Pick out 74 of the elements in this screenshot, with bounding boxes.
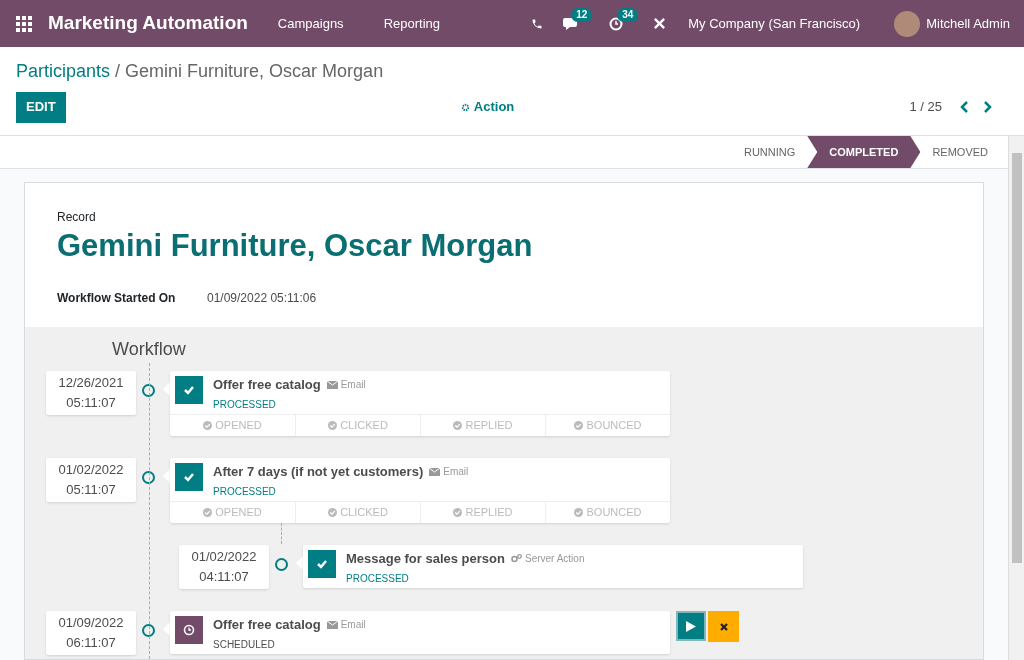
field-label: Record [57,209,97,225]
breadcrumb-link[interactable]: Participants [16,57,111,85]
count-badge: 34 [617,7,639,22]
stat-label: CLICKED [340,418,388,434]
gears-icon [510,554,522,563]
pager-value: 1 / 25 [909,98,942,117]
check-circle-icon [453,508,463,517]
check-circle-icon [203,421,213,430]
close-icon [719,622,728,631]
activity-type: Email [443,465,469,479]
stat-label: CLICKED [340,505,388,521]
apps-menu-icon[interactable] [16,15,32,32]
run-button[interactable] [676,611,706,641]
menu-item[interactable]: Campaigns [277,13,344,34]
check-circle-icon [328,421,338,430]
scrollbar[interactable] [1008,136,1024,660]
action-menu-button[interactable]: Action [460,97,515,117]
envelope-icon [326,620,338,629]
stat-label: REPLIED [465,418,513,434]
previous-icon[interactable] [960,101,969,113]
field-label: Workflow Started On [57,290,177,307]
scrollbar-thumb[interactable] [1011,153,1022,563]
time-text: 04:11:07 [198,568,250,586]
activity-state: SCHEDULED [213,638,276,651]
activity-type: Email [340,618,366,632]
record-name: Gemini Furniture, Oscar Morgan [57,227,534,265]
time-text: 05:11:07 [65,481,117,499]
phone-icon[interactable] [531,17,544,30]
activity-state: PROCESSED [213,398,277,411]
status-step[interactable]: COMPLETED [807,136,921,168]
activity-state: PROCESSED [346,572,410,585]
edit-button[interactable]: EDIT [16,91,66,123]
date-text: 12/26/2021 [57,374,125,392]
time-text: 05:11:07 [65,394,117,412]
envelope-icon [326,380,338,389]
menu-item[interactable]: Reporting [383,13,440,34]
check-circle-icon [574,421,584,430]
activity-state: PROCESSED [213,485,277,498]
activity-name: Offer free catalog [213,616,321,633]
activity-name: Message for sales person [346,550,505,567]
next-icon[interactable] [983,101,992,113]
clock-icon[interactable] [609,16,624,31]
breadcrumb-separator: / [115,59,121,83]
count-badge: 12 [571,7,593,22]
check-circle-icon [328,508,338,517]
gear-icon [460,102,470,112]
activity-name: After 7 days (if not yet customers) [213,463,424,480]
activity-name: Offer free catalog [213,376,321,393]
play-icon [686,620,696,632]
check-circle-icon [453,421,463,430]
activity-type: Server Action [524,552,585,566]
check-circle-icon [574,508,584,517]
stat-label: OPENED [215,418,262,434]
company-switcher[interactable]: My Company (San Francisco) [688,13,861,34]
cancel-button[interactable] [708,611,739,642]
activity-type: Email [340,378,366,392]
breadcrumb-current: Gemini Furniture, Oscar Morgan [125,59,384,83]
envelope-icon [429,467,441,476]
stat-label: REPLIED [465,505,513,521]
status-step[interactable]: REMOVED [920,136,1000,168]
stat-label: OPENED [215,505,262,521]
section-title: Workflow [112,338,187,361]
stat-label: BOUNCED [586,418,642,434]
field-value: 01/09/2022 05:11:06 [207,290,317,307]
user-menu[interactable]: Mitchell Admin [926,13,1010,34]
date-text: 01/02/2022 [57,461,125,479]
status-step[interactable]: RUNNING [731,136,808,168]
tools-icon[interactable] [653,17,667,30]
stat-label: BOUNCED [586,505,642,521]
check-circle-icon [203,508,213,517]
date-text: 01/02/2022 [190,548,258,566]
date-text: 01/09/2022 [57,614,125,632]
time-text: 06:11:07 [65,634,117,652]
app-name[interactable]: Marketing Automation [48,9,248,38]
